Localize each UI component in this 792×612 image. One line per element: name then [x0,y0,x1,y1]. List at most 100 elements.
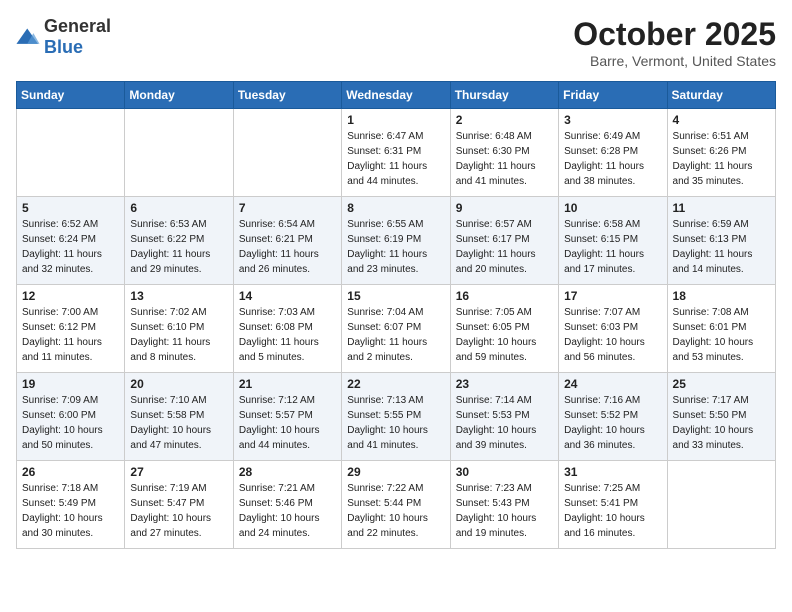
daylight-label: Daylight: 11 hours and 41 minutes. [456,161,536,187]
day-number: 16 [456,289,553,303]
sunset-label: Sunset: 5:58 PM [130,410,204,421]
calendar-cell: 1Sunrise: 6:47 AMSunset: 6:31 PMDaylight… [342,109,450,197]
calendar-cell: 25 Sunrise: 7:17 AMSunset: 5:50 PMDayligh… [667,373,775,461]
day-info: Sunrise: 6:55 AMSunset: 6:19 PMDaylight:… [347,217,444,277]
sunset-label: Sunset: 6:30 PM [456,146,530,157]
calendar-cell: 27 Sunrise: 7:19 AM Sunset: 5:47 PM Dayligh… [125,461,233,549]
sunset-label: Sunset: 6:05 PM [456,322,530,333]
calendar-cell: 9Sunrise: 6:57 AMSunset: 6:17 PMDaylight… [450,197,558,285]
daylight-label: Daylight: 10 hours and 27 minutes. [130,513,211,539]
daylight-label: Daylight: 11 hours and 20 minutes. [456,249,536,275]
sunrise-label: Sunrise: 7:16 AM [564,395,640,406]
day-info: Sunrise: 6:57 AMSunset: 6:17 PMDaylight:… [456,217,553,277]
day-info: Sunrise: 6:58 AMSunset: 6:15 PMDaylight:… [564,217,661,277]
sunrise-label: Sunrise: 7:17 AM [673,395,749,406]
calendar-cell: 23Sunrise: 7:14 AMSunset: 5:53 PMDayligh… [450,373,558,461]
calendar-cell: 17Sunrise: 7:07 AMSunset: 6:03 PMDayligh… [559,285,667,373]
weekday-header-row: SundayMondayTuesdayWednesdayThursdayFrid… [17,82,776,109]
day-number: 29 [347,465,444,479]
sunrise-label: Sunrise: 7:13 AM [347,395,423,406]
calendar-cell: 4Sunrise: 6:51 AMSunset: 6:26 PMDaylight… [667,109,775,197]
daylight-label: Daylight: 11 hours and 44 minutes. [347,161,427,187]
day-number: 31 [564,465,661,479]
calendar-cell: 19Sunrise: 7:09 AMSunset: 6:00 PMDayligh… [17,373,125,461]
day-number: 28 [239,465,336,479]
sunset-label: Sunset: 5:55 PM [347,410,421,421]
calendar-cell: 22Sunrise: 7:13 AMSunset: 5:55 PMDayligh… [342,373,450,461]
daylight-label: Daylight: 10 hours and 44 minutes. [239,425,320,451]
sunset-label: Sunset: 5:43 PM [456,498,530,509]
day-number: 25 [673,377,770,391]
day-info: Sunrise: 7:03 AMSunset: 6:08 PMDaylight:… [239,305,336,365]
calendar-cell: 28 Sunrise: 7:21 AMSunset: 5:46 PMDayligh… [233,461,341,549]
day-number: 24 [564,377,661,391]
sunset-label: Sunset: 5:47 PM [130,498,204,509]
daylight-label: Daylight: 11 hours and 29 minutes. [130,249,210,275]
sunset-label: Sunset: 5:41 PM [564,498,638,509]
sunset-label: Sunset: 6:21 PM [239,234,313,245]
day-info: Sunrise: 6:54 AMSunset: 6:21 PMDaylight:… [239,217,336,277]
daylight-label: Daylight: 10 hours and 19 minutes. [456,513,537,539]
sunrise-label: Sunrise: 7:18 AM [22,483,98,494]
day-info: Sunrise: 7:14 AMSunset: 5:53 PMDaylight:… [456,393,553,453]
day-number: 8 [347,201,444,215]
day-number: 4 [673,113,770,127]
sunrise-label: Sunrise: 7:19 AM [130,483,206,494]
day-info: Sunrise: 6:48 AMSunset: 6:30 PMDaylight:… [456,129,553,189]
weekday-header-friday: Friday [559,82,667,109]
day-number: 26 [22,465,119,479]
day-info: Sunrise: 7:17 AMSunset: 5:50 PMDaylight:… [673,393,770,453]
daylight-label: Daylight: 11 hours and 11 minutes. [22,337,102,363]
daylight-label: Daylight: 11 hours and 23 minutes. [347,249,427,275]
calendar-cell: 3Sunrise: 6:49 AMSunset: 6:28 PMDaylight… [559,109,667,197]
sunset-label: Sunset: 6:26 PM [673,146,747,157]
calendar-cell [233,109,341,197]
weekday-header-tuesday: Tuesday [233,82,341,109]
logo-text: General Blue [44,16,111,58]
daylight-label: Daylight: 11 hours and 2 minutes. [347,337,427,363]
calendar-cell: 13Sunrise: 7:02 AMSunset: 6:10 PMDayligh… [125,285,233,373]
calendar-week-row: 26 Sunrise: 7:18 AM Sunset: 5:49 PM Dayligh… [17,461,776,549]
daylight-label: Daylight: 11 hours and 32 minutes. [22,249,102,275]
daylight-label: Daylight: 10 hours and 22 minutes. [347,513,428,539]
day-number: 19 [22,377,119,391]
sunset-label: Sunset: 6:10 PM [130,322,204,333]
day-info: Sunrise: 7:23 AMSunset: 5:43 PMDaylight:… [456,481,553,541]
sunset-label: Sunset: 6:07 PM [347,322,421,333]
sunrise-label: Sunrise: 6:54 AM [239,219,315,230]
sunset-label: Sunset: 6:12 PM [22,322,96,333]
calendar-cell: 10Sunrise: 6:58 AMSunset: 6:15 PMDayligh… [559,197,667,285]
daylight-label: Daylight: 10 hours and 53 minutes. [673,337,754,363]
sunset-label: Sunset: 6:01 PM [673,322,747,333]
daylight-label: Daylight: 11 hours and 17 minutes. [564,249,644,275]
weekday-header-monday: Monday [125,82,233,109]
daylight-label: Daylight: 10 hours and 24 minutes. [239,513,320,539]
weekday-header-thursday: Thursday [450,82,558,109]
sunrise-label: Sunrise: 7:25 AM [564,483,640,494]
sunset-label: Sunset: 5:57 PM [239,410,313,421]
calendar-week-row: 19 Sunrise: 7:09 AM Sunset: 6:00 PM Dayligh… [17,373,776,461]
day-number: 20 [130,377,227,391]
sunset-label: Sunset: 6:08 PM [239,322,313,333]
day-info: Sunrise: 6:49 AMSunset: 6:28 PMDaylight:… [564,129,661,189]
calendar-cell: 21Sunrise: 7:12 AMSunset: 5:57 PMDayligh… [233,373,341,461]
day-info: Sunrise: 7:12 AMSunset: 5:57 PMDaylight:… [239,393,336,453]
sunset-label: Sunset: 5:49 PM [22,498,96,509]
calendar-week-row: 5Sunrise: 6:52 AMSunset: 6:24 PMDaylight… [17,197,776,285]
day-info: Sunrise: 7:21 AMSunset: 5:46 PMDaylight:… [239,481,336,541]
day-info: Sunrise: 7:07 AMSunset: 6:03 PMDaylight:… [564,305,661,365]
sunrise-label: Sunrise: 7:08 AM [673,307,749,318]
day-info: Sunrise: 7:02 AMSunset: 6:10 PMDaylight:… [130,305,227,365]
calendar-cell: 11Sunrise: 6:59 AMSunset: 6:13 PMDayligh… [667,197,775,285]
logo-icon [16,27,40,47]
sunrise-label: Sunrise: 7:14 AM [456,395,532,406]
daylight-label: Daylight: 10 hours and 59 minutes. [456,337,537,363]
daylight-label: Daylight: 10 hours and 56 minutes. [564,337,645,363]
calendar-cell: 12Sunrise: 7:00 AMSunset: 6:12 PMDayligh… [17,285,125,373]
sunset-label: Sunset: 6:22 PM [130,234,204,245]
weekday-header-sunday: Sunday [17,82,125,109]
sunrise-label: Sunrise: 7:09 AM [22,395,98,406]
sunset-label: Sunset: 6:00 PM [22,410,96,421]
day-number: 27 [130,465,227,479]
location-title: Barre, Vermont, United States [573,53,776,69]
